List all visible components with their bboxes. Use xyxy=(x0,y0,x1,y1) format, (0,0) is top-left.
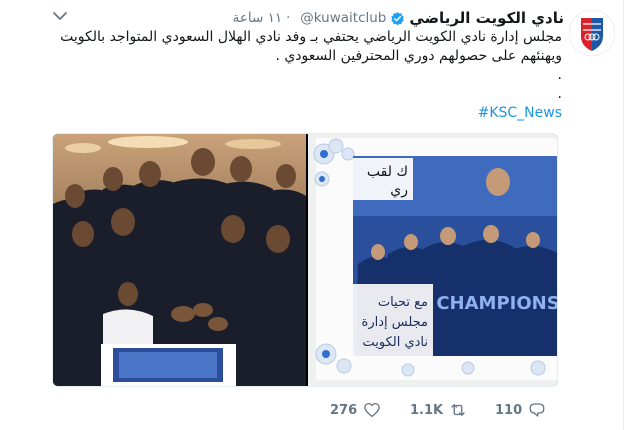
retweet-action[interactable]: 1.1K xyxy=(410,401,495,419)
timestamp[interactable]: ١١ ساعة xyxy=(233,10,283,26)
team-photo[interactable] xyxy=(53,134,306,386)
retweet-icon[interactable] xyxy=(449,401,467,419)
reply-action[interactable]: 110 xyxy=(495,401,565,419)
tweet-line: . xyxy=(557,67,562,83)
cake-banner-text: CHAMPIONS xyxy=(436,293,558,314)
team-photo-image xyxy=(53,134,306,386)
reply-icon[interactable] xyxy=(528,401,546,419)
like-count: 276 xyxy=(330,402,358,418)
tweet-line: . xyxy=(557,86,562,102)
kuwait-club-logo-icon xyxy=(569,10,615,56)
cake-title-text: ك لقب xyxy=(367,164,408,180)
tweet-line: ويهنئهم على حصولهم دوري المحترفين السعود… xyxy=(275,48,562,64)
tweet-line: مجلس إدارة نادي الكويت الرياضي يحتفي بـ … xyxy=(60,29,562,45)
tweet-actions: 276 1.1K 110 xyxy=(330,400,565,420)
reply-count: 110 xyxy=(495,402,523,418)
media-container[interactable]: ك لقب ري مع تحيات مجلس إدارة نادي الكويت… xyxy=(52,133,558,387)
cake-message-line: نادي الكويت xyxy=(362,335,428,350)
tweet-text: مجلس إدارة نادي الكويت الرياضي يحتفي بـ … xyxy=(52,28,562,123)
cake-photo[interactable]: ك لقب ري مع تحيات مجلس إدارة نادي الكويت… xyxy=(308,134,558,386)
separator-dot: · xyxy=(286,10,291,26)
user-handle[interactable]: @kuwaitclub xyxy=(300,10,386,26)
retweet-count: 1.1K xyxy=(410,402,444,418)
heart-icon[interactable] xyxy=(363,401,381,419)
tweet-header: نادي الكويت الرياضي @kuwaitclub · ١١ ساع… xyxy=(10,8,564,28)
avatar[interactable] xyxy=(569,10,615,56)
verified-badge-icon xyxy=(391,11,405,25)
like-action[interactable]: 276 xyxy=(330,401,410,419)
cake-title-text: ري xyxy=(390,182,408,198)
hashtag-link[interactable]: #KSC_News xyxy=(478,105,562,121)
display-name[interactable]: نادي الكويت الرياضي xyxy=(409,9,564,27)
cake-message-line: مع تحيات xyxy=(378,295,428,310)
cake-message-line: مجلس إدارة xyxy=(362,315,428,330)
cake-photo-image: ك لقب ري مع تحيات مجلس إدارة نادي الكويت… xyxy=(308,134,558,386)
tweet[interactable]: نادي الكويت الرياضي @kuwaitclub · ١١ ساع… xyxy=(0,0,624,430)
